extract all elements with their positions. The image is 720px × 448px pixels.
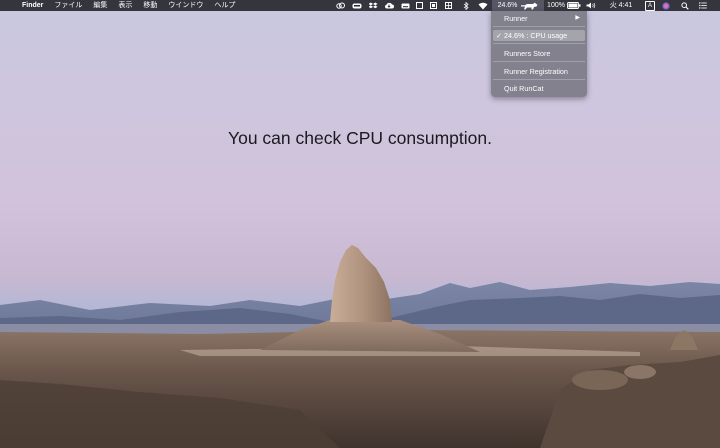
input-method-label: A [645, 0, 655, 11]
runcat-status-item[interactable]: 24.6% [492, 0, 544, 11]
submenu-arrow-icon: ▶ [575, 15, 580, 21]
menu-item-quit-runcat-label: Quit RunCat [504, 84, 544, 93]
grid-icon[interactable] [443, 0, 454, 11]
menu-bar: Finder ファイル 編集 表示 移動 ウインドウ ヘルプ 24.6% 100… [0, 0, 720, 11]
menu-edit[interactable]: 編集 [93, 0, 107, 11]
icloud-icon[interactable] [383, 0, 395, 11]
menu-window[interactable]: ウインドウ [168, 0, 203, 11]
running-cat-icon [521, 2, 538, 9]
menu-item-quit-runcat[interactable]: Quit RunCat [493, 83, 585, 94]
menu-item-runner-registration-label: Runner Registration [504, 67, 568, 76]
checkmark-icon: ✓ [496, 31, 503, 40]
menu-item-cpu-usage-label: 24.6% : CPU usage [504, 31, 568, 40]
input-method-icon[interactable]: A [644, 0, 656, 11]
notification-center-icon[interactable] [697, 0, 709, 11]
menu-go[interactable]: 移動 [143, 0, 157, 11]
square-icon[interactable] [414, 0, 425, 11]
menu-item-runner-label: Runner [504, 14, 528, 23]
window-icon[interactable] [428, 0, 439, 11]
menu-separator [493, 61, 585, 62]
battery-icon[interactable] [566, 0, 582, 11]
line-icon[interactable] [350, 0, 364, 11]
menu-item-runner[interactable]: Runner ▶ [493, 13, 585, 24]
headline-caption: You can check CPU consumption. [228, 128, 492, 148]
menu-help[interactable]: ヘルプ [214, 0, 235, 11]
spotlight-search-icon[interactable] [679, 0, 691, 11]
clock[interactable]: 火 4:41 [606, 0, 636, 11]
menu-separator [493, 26, 585, 27]
wifi-icon[interactable] [476, 0, 489, 11]
menu-view[interactable]: 表示 [118, 0, 132, 11]
bluetooth-icon[interactable] [460, 0, 471, 11]
keyboard-icon[interactable] [399, 0, 411, 11]
menu-item-runner-registration[interactable]: Runner Registration [493, 66, 585, 77]
desktop-wallpaper [0, 0, 720, 448]
menu-item-cpu-usage[interactable]: ✓ 24.6% : CPU usage [493, 30, 585, 41]
volume-icon[interactable] [584, 0, 598, 11]
runcat-dropdown-menu: Runner ▶ ✓ 24.6% : CPU usage Runners Sto… [491, 11, 587, 97]
battery-percent: 100% [547, 2, 565, 9]
cpu-usage-value: 24.6% [497, 2, 518, 9]
desert-landscape-wallpaper [0, 245, 720, 448]
menu-separator [493, 43, 585, 44]
siri-icon[interactable] [660, 0, 672, 11]
creative-cloud-icon[interactable] [334, 0, 346, 11]
dropbox-icon[interactable] [367, 0, 379, 11]
app-menu-finder[interactable]: Finder [22, 0, 43, 11]
menu-item-runners-store[interactable]: Runners Store [493, 48, 585, 59]
menu-separator [493, 79, 585, 80]
menu-item-runners-store-label: Runners Store [504, 49, 551, 58]
menu-file[interactable]: ファイル [54, 0, 82, 11]
